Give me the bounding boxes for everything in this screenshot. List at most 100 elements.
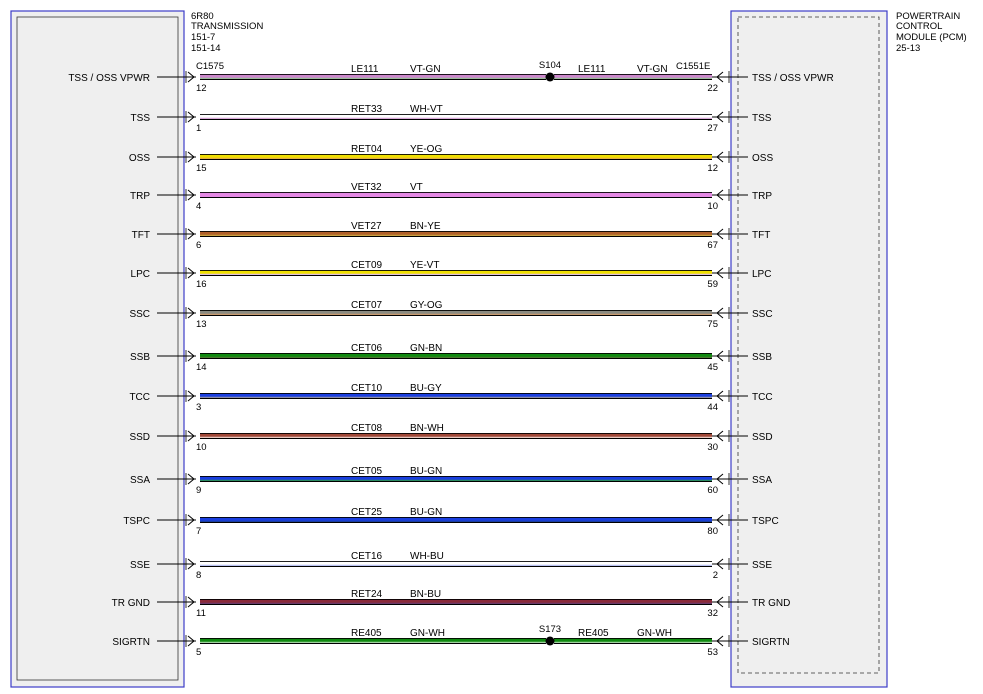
circuit-2-left-label: TSS [131, 113, 151, 124]
circuit-5-left-label: TFT [132, 230, 150, 241]
circuit-11-right-label: SSA [752, 475, 772, 486]
circuit-14-left-pin: 11 [196, 608, 206, 619]
circuit-15-wire-color-2: GN-WH [637, 628, 672, 639]
circuit-12-left-pin: 7 [196, 526, 201, 537]
circuit-15-splice-dot [545, 636, 555, 646]
circuit-15-right-pin: 53 [707, 647, 718, 658]
circuit-14-circuit-number: RET24 [351, 589, 383, 600]
circuit-10-right-label: SSD [752, 432, 773, 443]
circuit-9-circuit-number: CET10 [351, 383, 383, 394]
circuit-15-wire-color: GN-WH [410, 628, 445, 639]
circuit-7-left-label: SSC [129, 309, 150, 320]
pcm-title-line-2: CONTROL [896, 21, 942, 32]
transmission-module-box [10, 10, 185, 688]
circuit-5-circuit-number: VET27 [351, 221, 382, 232]
circuit-1-circuit-number: LE111 [351, 64, 379, 75]
circuit-11-wire-color: BU-GN [410, 466, 442, 477]
circuit-15-left-label: SIGRTN [112, 637, 150, 648]
pcm-title-line-3: MODULE (PCM) [896, 32, 967, 43]
pcm-module: POWERTRAIN CONTROL MODULE (PCM) 25-13 C1… [676, 0, 983, 688]
circuit-3-left-pin: 15 [196, 163, 207, 174]
right-connector-id: C1551E [676, 61, 710, 72]
circuit-9-left-pin: 3 [196, 402, 201, 413]
circuit-3-right-pin: 12 [707, 163, 718, 174]
circuit-3-left-label: OSS [129, 153, 150, 164]
circuit-13-wire-color: WH-BU [410, 551, 444, 562]
circuit-11-circuit-number: CET05 [351, 466, 383, 477]
circuit-2-wire-color: WH-VT [410, 104, 443, 115]
circuit-6-wire-color: YE-VT [410, 260, 439, 271]
circuit-8-right-label: SSB [752, 352, 772, 363]
circuit-1-wire-color: VT-GN [410, 64, 441, 75]
circuit-15-right-label: SIGRTN [752, 637, 790, 648]
circuit-14-wire-color: BN-BU [410, 589, 441, 600]
circuit-6-right-label: LPC [752, 269, 771, 280]
circuit-8-circuit-number: CET06 [351, 343, 383, 354]
circuit-15-splice-id: S173 [539, 624, 561, 635]
circuit-13-left-pin: 8 [196, 570, 201, 581]
circuit-2-right-label: TSS [752, 113, 772, 124]
circuit-7-right-pin: 75 [707, 319, 718, 330]
circuit-11-left-label: SSA [130, 475, 150, 486]
circuit-1-splice-dot [545, 72, 555, 82]
circuit-1-left-pin: 12 [196, 83, 207, 94]
circuit-5-right-pin: 67 [707, 240, 718, 251]
circuit-6-right-pin: 59 [707, 279, 718, 290]
transmission-title-line-2: TRANSMISSION [191, 21, 263, 32]
circuit-14-right-label: TR GND [752, 598, 790, 609]
circuit-2-circuit-number: RET33 [351, 104, 383, 115]
circuit-10-right-pin: 30 [707, 442, 718, 453]
circuit-5-left-pin: 6 [196, 240, 201, 251]
transmission-title-line-3: 151-7 [191, 32, 215, 43]
circuit-10-circuit-number: CET08 [351, 423, 383, 434]
circuit-12-left-label: TSPC [123, 516, 150, 527]
circuit-15-left-pin: 5 [196, 647, 201, 658]
circuit-10-left-label: SSD [129, 432, 150, 443]
circuit-1-splice-id: S104 [539, 60, 561, 71]
circuit-7-circuit-number: CET07 [351, 300, 383, 311]
circuit-4-left-pin: 4 [196, 201, 201, 212]
circuit-1-right-pin: 22 [707, 83, 718, 94]
circuit-2-left-pin: 1 [196, 123, 201, 134]
circuit-8-left-pin: 14 [196, 362, 207, 373]
circuit-7-right-label: SSC [752, 309, 773, 320]
circuit-9-left-label: TCC [129, 392, 150, 403]
circuit-4-right-pin: 10 [707, 201, 718, 212]
circuit-11-left-pin: 9 [196, 485, 201, 496]
circuit-14-right-pin: 32 [707, 608, 718, 619]
circuit-12-right-pin: 80 [707, 526, 718, 537]
circuit-12-right-label: TSPC [752, 516, 779, 527]
circuit-15-circuit-number-2: RE405 [578, 628, 609, 639]
circuit-13-circuit-number: CET16 [351, 551, 383, 562]
circuit-12-circuit-number: CET25 [351, 507, 383, 518]
circuit-8-wire-color: GN-BN [410, 343, 442, 354]
wiring-diagram: 6R80 TRANSMISSION 151-7 151-14 C1575 POW… [10, 0, 983, 688]
circuit-6-left-label: LPC [131, 269, 150, 280]
circuit-5-right-label: TFT [752, 230, 770, 241]
circuit-12-wire-color: BU-GN [410, 507, 442, 518]
circuit-9-wire-color: BU-GY [410, 383, 442, 394]
circuit-2-right-pin: 27 [707, 123, 718, 134]
circuit-4-right-label: TRP [752, 191, 772, 202]
circuit-4-circuit-number: VET32 [351, 182, 382, 193]
circuit-6-left-pin: 16 [196, 279, 207, 290]
circuit-1-left-label: TSS / OSS VPWR [68, 73, 150, 84]
circuit-3-right-label: OSS [752, 153, 773, 164]
circuit-11-right-pin: 60 [707, 485, 718, 496]
transmission-title-line-4: 151-14 [191, 43, 221, 54]
circuit-8-right-pin: 45 [707, 362, 718, 373]
circuit-14-left-label: TR GND [112, 598, 150, 609]
circuit-6-circuit-number: CET09 [351, 260, 383, 271]
circuit-4-left-label: TRP [130, 191, 150, 202]
circuit-7-left-pin: 13 [196, 319, 207, 330]
circuit-10-wire-color: BN-WH [410, 423, 444, 434]
circuit-10-left-pin: 10 [196, 442, 207, 453]
circuit-13-right-pin: 2 [713, 570, 718, 581]
pcm-title-line-4: 25-13 [896, 43, 920, 54]
circuit-1-wire-color-2: VT-GN [637, 64, 668, 75]
circuit-15-circuit-number: RE405 [351, 628, 382, 639]
circuit-4-wire-color: VT [410, 182, 423, 193]
circuit-5-wire-color: BN-YE [410, 221, 441, 232]
circuit-3-wire-color: YE-OG [410, 144, 442, 155]
circuit-3-circuit-number: RET04 [351, 144, 383, 155]
